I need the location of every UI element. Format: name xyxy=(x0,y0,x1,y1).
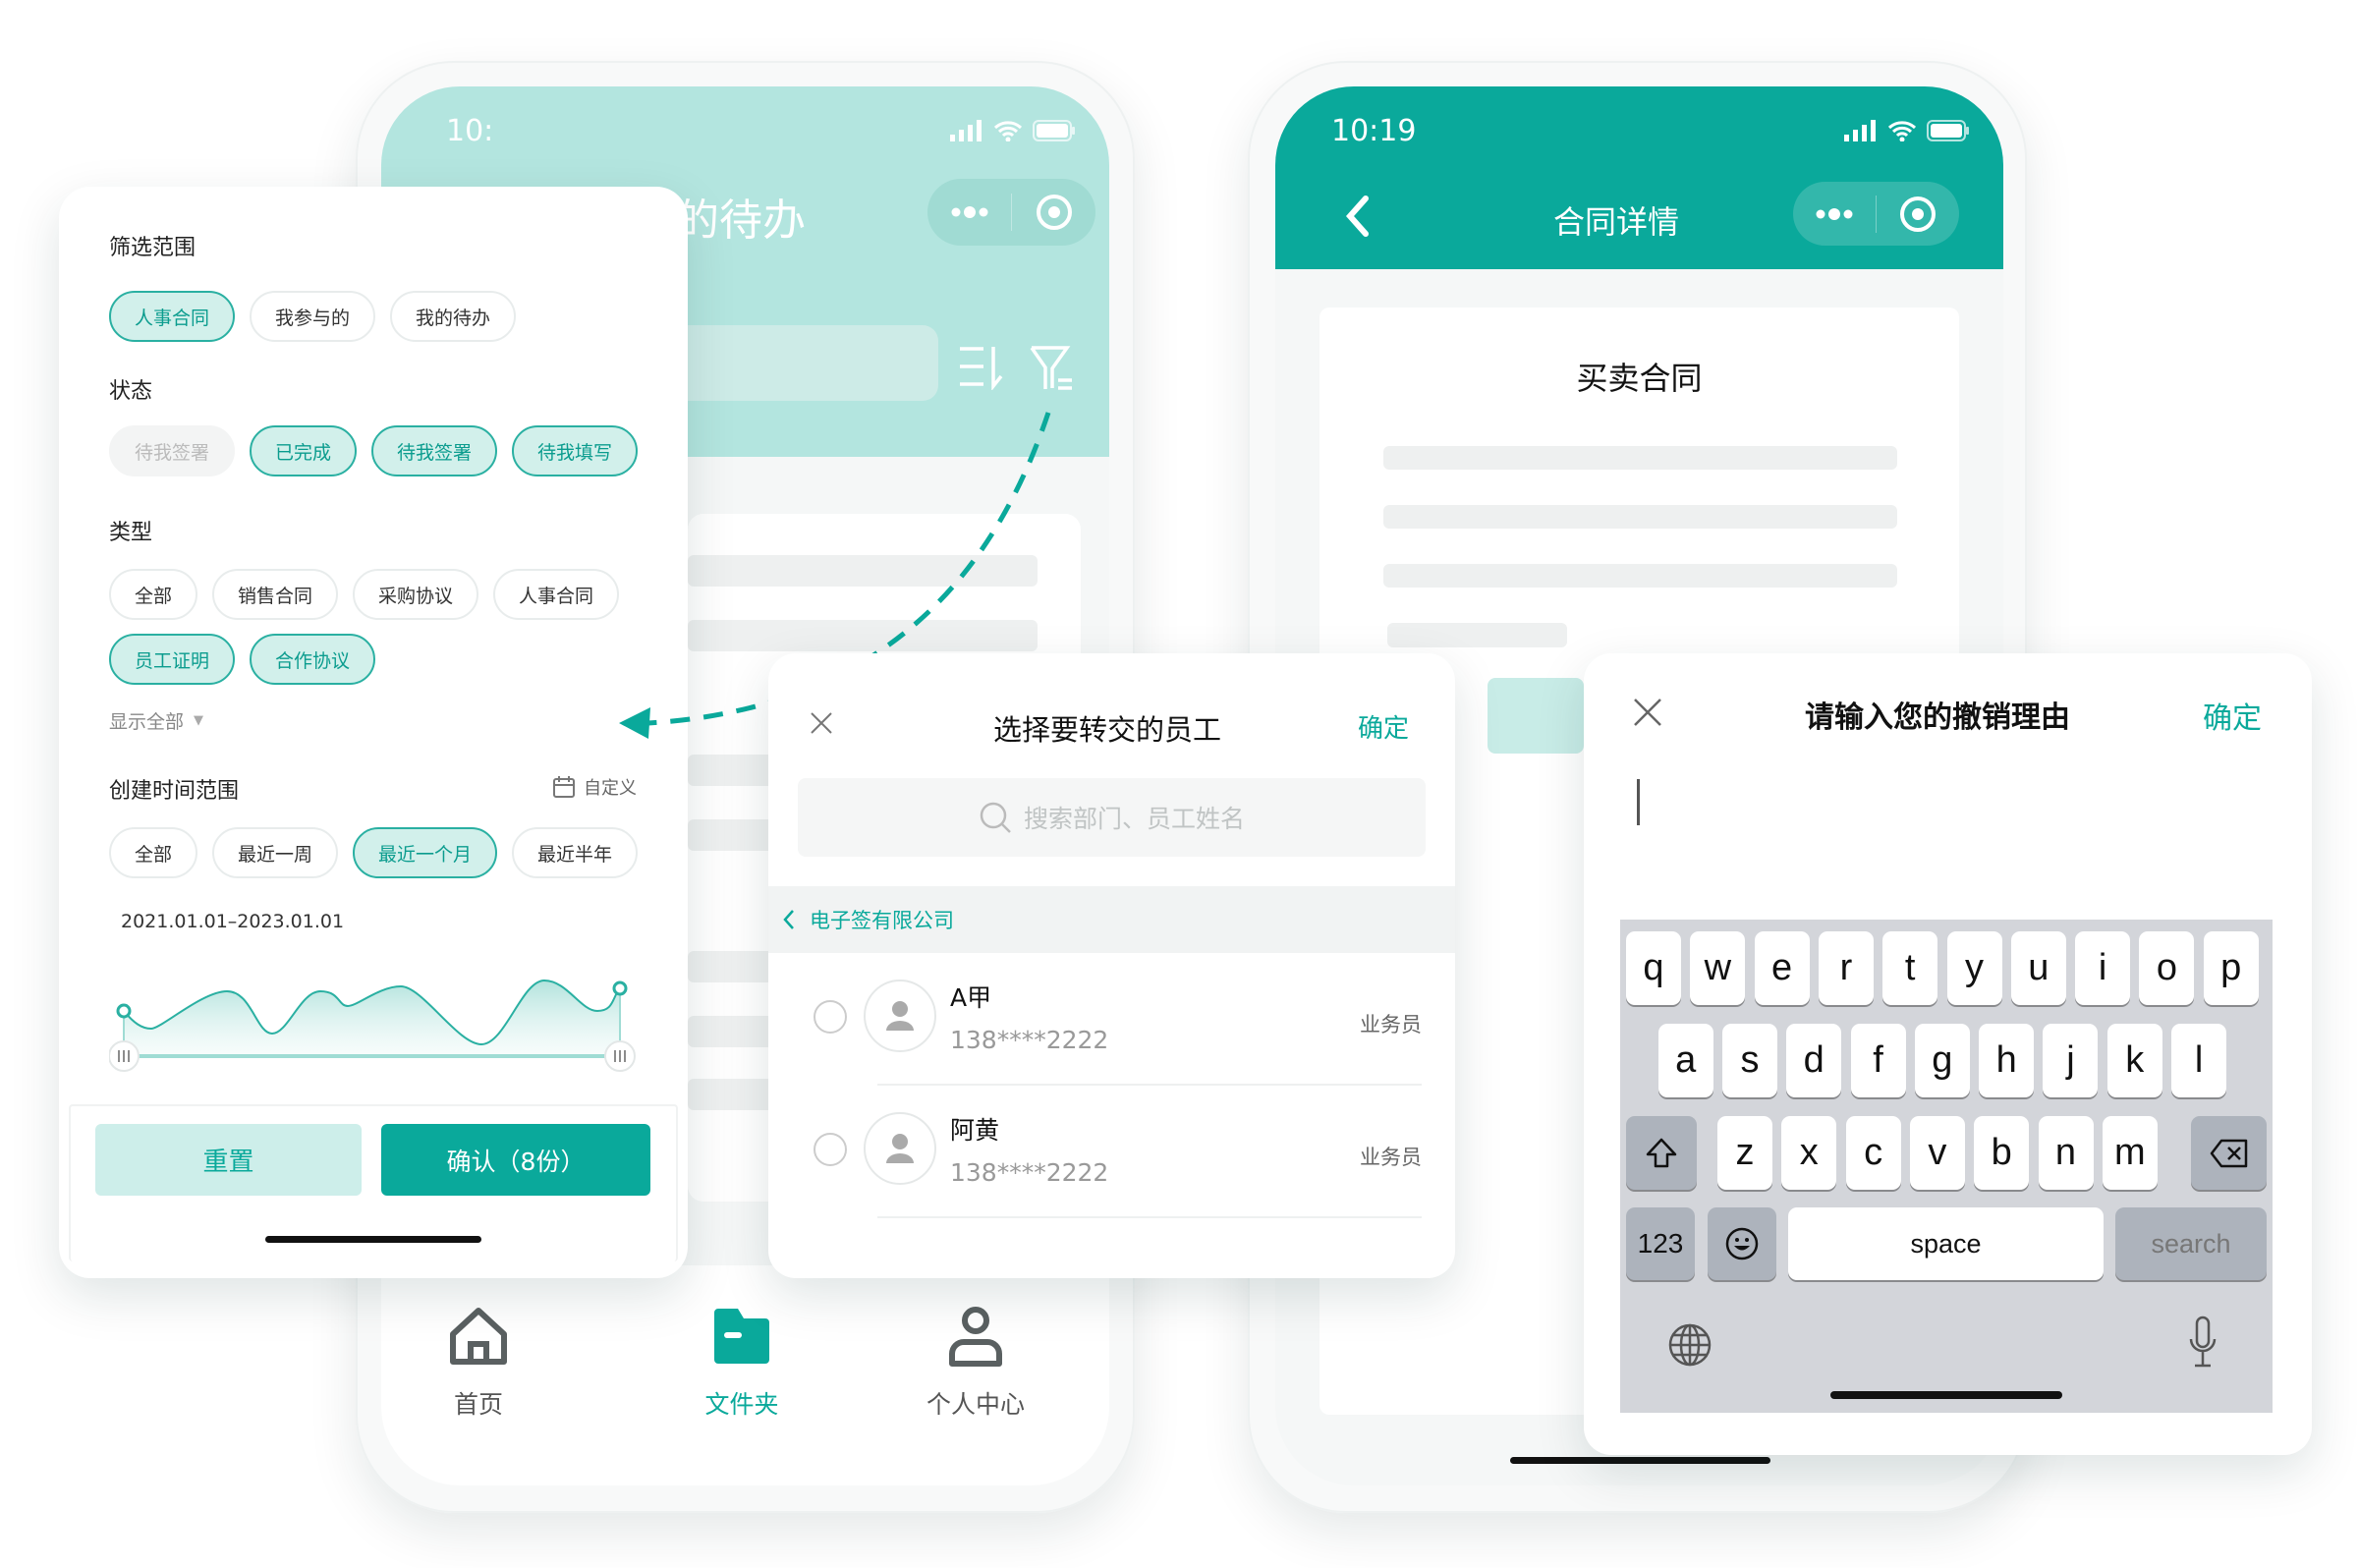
numbers-key[interactable]: 123 xyxy=(1626,1207,1695,1280)
key-m[interactable]: m xyxy=(2102,1116,2158,1190)
chevron-left-icon[interactable] xyxy=(782,908,796,931)
employee-row[interactable]: A甲 138****2222 业务员 xyxy=(768,953,1455,1086)
user-avatar-icon xyxy=(886,1134,914,1163)
key-f[interactable]: f xyxy=(1850,1024,1906,1097)
key-o[interactable]: o xyxy=(2139,931,2195,1005)
search-key[interactable]: search xyxy=(2115,1207,2267,1280)
key-x[interactable]: x xyxy=(1781,1116,1837,1190)
key-z[interactable]: z xyxy=(1717,1116,1772,1190)
modal-title: 请输入您的撤销理由 xyxy=(1805,700,2070,735)
search-placeholder: 搜索部门、员工姓名 xyxy=(1023,805,1245,833)
key-w[interactable]: w xyxy=(1690,931,1746,1005)
key-u[interactable]: u xyxy=(2010,931,2066,1005)
key-t[interactable]: t xyxy=(1882,931,1938,1005)
key-b[interactable]: b xyxy=(1974,1116,2030,1190)
reason-input[interactable] xyxy=(1633,771,2262,899)
emoji-icon xyxy=(1725,1227,1759,1260)
key-e[interactable]: e xyxy=(1754,931,1810,1005)
key-d[interactable]: d xyxy=(1786,1024,1842,1097)
modal-title: 选择要转交的员工 xyxy=(992,713,1221,747)
cancel-reason-modal: 请输入您的撤销理由 确定 123 space search qwertyuiop… xyxy=(1584,653,2312,1455)
key-c[interactable]: c xyxy=(1845,1116,1901,1190)
confirm-link[interactable]: 确定 xyxy=(1358,708,1409,745)
close-icon[interactable] xyxy=(1633,698,1662,727)
key-k[interactable]: k xyxy=(2106,1024,2162,1097)
key-p[interactable]: p xyxy=(2203,931,2259,1005)
key-j[interactable]: j xyxy=(2043,1024,2099,1097)
employee-select-modal: 选择要转交的员工 确定 搜索部门、员工姓名 电子签有限公司 A甲 138****… xyxy=(768,653,1455,1278)
radio-button[interactable] xyxy=(814,1000,847,1034)
arrow-head xyxy=(619,707,650,739)
keyboard: 123 space search qwertyuiop asdfghjkl zxcv… xyxy=(1620,920,2273,1413)
key-l[interactable]: l xyxy=(2171,1024,2227,1097)
confirm-link[interactable]: 确定 xyxy=(2203,694,2262,737)
space-key[interactable]: space xyxy=(1788,1207,2104,1280)
employee-phone: 138****2222 xyxy=(950,1026,1109,1054)
breadcrumb-company: 电子签有限公司 xyxy=(810,909,954,932)
employee-role: 业务员 xyxy=(1360,1146,1422,1169)
key-i[interactable]: i xyxy=(2075,931,2131,1005)
key-r[interactable]: r xyxy=(1818,931,1874,1005)
key-q[interactable]: q xyxy=(1626,931,1681,1005)
key-a[interactable]: a xyxy=(1657,1024,1713,1097)
shift-icon xyxy=(1646,1138,1677,1167)
employee-name: A甲 xyxy=(950,983,992,1012)
delete-key[interactable] xyxy=(2191,1116,2267,1190)
home-indicator xyxy=(1830,1391,2062,1399)
employee-role: 业务员 xyxy=(1360,1013,1422,1036)
globe-icon[interactable] xyxy=(1667,1322,1712,1368)
search-icon xyxy=(980,802,1011,833)
text-cursor xyxy=(1637,779,1640,825)
user-avatar-icon xyxy=(886,1001,914,1031)
avatar xyxy=(864,980,936,1052)
key-n[interactable]: n xyxy=(2038,1116,2094,1190)
divider xyxy=(877,1216,1422,1218)
emoji-key[interactable] xyxy=(1708,1207,1776,1280)
microphone-icon[interactable] xyxy=(2188,1316,2218,1371)
shift-key[interactable] xyxy=(1626,1116,1697,1190)
radio-button[interactable] xyxy=(814,1133,847,1166)
key-v[interactable]: v xyxy=(1909,1116,1965,1190)
employee-phone: 138****2222 xyxy=(950,1158,1109,1187)
key-g[interactable]: g xyxy=(1914,1024,1970,1097)
employee-row[interactable]: 阿黄 138****2222 业务员 xyxy=(768,1086,1455,1218)
breadcrumb[interactable]: 电子签有限公司 xyxy=(768,886,1455,953)
key-h[interactable]: h xyxy=(1979,1024,2035,1097)
employee-name: 阿黄 xyxy=(950,1116,1000,1145)
key-y[interactable]: y xyxy=(1946,931,2002,1005)
employee-search-input[interactable]: 搜索部门、员工姓名 xyxy=(798,778,1426,857)
close-icon[interactable] xyxy=(810,711,833,735)
key-s[interactable]: s xyxy=(1721,1024,1777,1097)
backspace-icon xyxy=(2210,1139,2247,1167)
avatar xyxy=(864,1112,936,1185)
